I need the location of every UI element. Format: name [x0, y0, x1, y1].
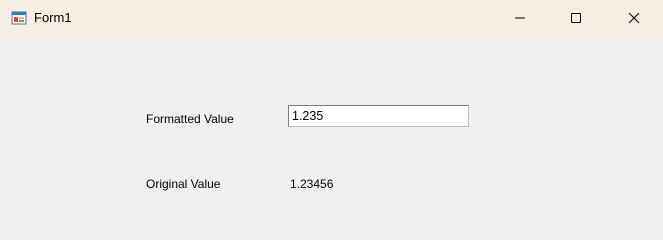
form-client-area: Formatted Value Original Value 1.23456 — [0, 37, 663, 229]
formatted-value-input[interactable] — [288, 105, 469, 127]
close-icon — [628, 9, 640, 28]
maximize-icon — [570, 9, 582, 28]
title-bar[interactable]: Form1 — [0, 0, 663, 37]
close-button[interactable] — [611, 0, 657, 37]
maximize-button[interactable] — [553, 0, 599, 37]
original-value-text: 1.23456 — [290, 177, 334, 191]
window-title: Form1 — [34, 10, 72, 25]
app-icon — [11, 10, 27, 26]
formatted-value-label: Formatted Value — [146, 112, 234, 126]
form1-window: Form1 Formatted Value 1.235 Original Val… — [0, 0, 663, 229]
minimize-icon — [514, 9, 526, 28]
minimize-button[interactable] — [497, 0, 543, 37]
original-value-label: Original Value — [146, 177, 221, 191]
